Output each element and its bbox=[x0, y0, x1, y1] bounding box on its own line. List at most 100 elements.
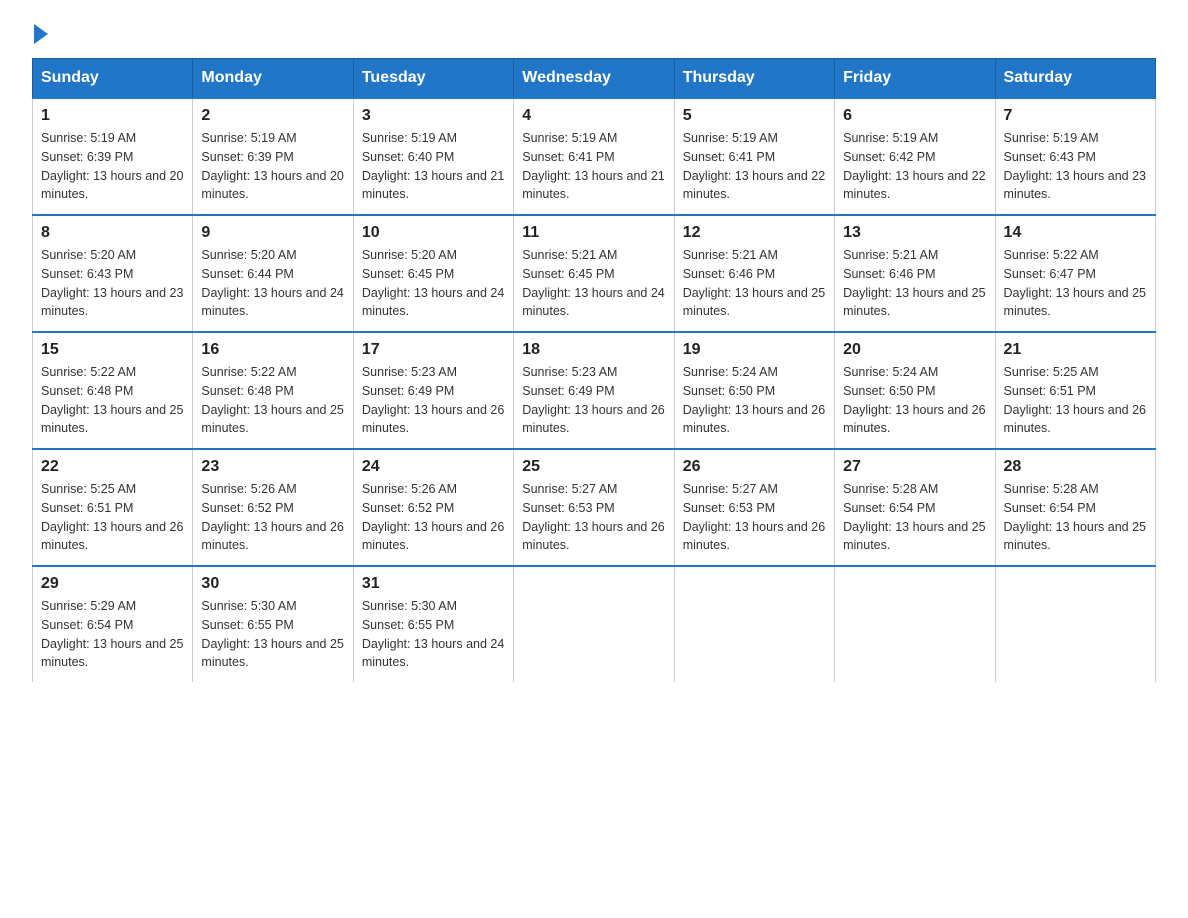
day-number: 6 bbox=[843, 107, 986, 125]
calendar-cell: 12 Sunrise: 5:21 AMSunset: 6:46 PMDayligh… bbox=[674, 215, 834, 332]
calendar-cell: 17Sunrise: 5:23 AMSunset: 6:49 PMDayligh… bbox=[353, 332, 513, 449]
day-number: 3 bbox=[362, 107, 505, 125]
calendar-table: SundayMondayTuesdayWednesdayThursdayFrid… bbox=[32, 58, 1156, 682]
day-number: 13 bbox=[843, 224, 986, 242]
header-wednesday: Wednesday bbox=[514, 59, 674, 99]
calendar-cell: 19 Sunrise: 5:24 AMSunset: 6:50 PMDayligh… bbox=[674, 332, 834, 449]
day-info: Sunrise: 5:20 AMSunset: 6:43 PMDaylight:… bbox=[41, 246, 184, 321]
day-info: Sunrise: 5:19 AMSunset: 6:41 PMDaylight:… bbox=[683, 129, 826, 204]
day-number: 5 bbox=[683, 107, 826, 125]
calendar-cell: 28 Sunrise: 5:28 AMSunset: 6:54 PMDayligh… bbox=[995, 449, 1155, 566]
day-info: Sunrise: 5:21 AMSunset: 6:46 PMDaylight:… bbox=[683, 246, 826, 321]
calendar-cell: 16 Sunrise: 5:22 AMSunset: 6:48 PMDayligh… bbox=[193, 332, 353, 449]
day-number: 4 bbox=[522, 107, 665, 125]
header-friday: Friday bbox=[835, 59, 995, 99]
calendar-cell: 6 Sunrise: 5:19 AMSunset: 6:42 PMDaylight… bbox=[835, 98, 995, 215]
header-sunday: Sunday bbox=[33, 59, 193, 99]
calendar-cell: 8 Sunrise: 5:20 AMSunset: 6:43 PMDaylight… bbox=[33, 215, 193, 332]
calendar-cell: 29 Sunrise: 5:29 AMSunset: 6:54 PMDayligh… bbox=[33, 566, 193, 682]
calendar-cell: 26 Sunrise: 5:27 AMSunset: 6:53 PMDayligh… bbox=[674, 449, 834, 566]
day-number: 1 bbox=[41, 107, 184, 125]
calendar-cell: 14 Sunrise: 5:22 AMSunset: 6:47 PMDayligh… bbox=[995, 215, 1155, 332]
day-info: Sunrise: 5:24 AMSunset: 6:50 PMDaylight:… bbox=[843, 363, 986, 438]
day-number: 29 bbox=[41, 575, 184, 593]
day-info: Sunrise: 5:20 AMSunset: 6:45 PMDaylight:… bbox=[362, 246, 505, 321]
calendar-cell: 25 Sunrise: 5:27 AMSunset: 6:53 PMDayligh… bbox=[514, 449, 674, 566]
calendar-cell: 21 Sunrise: 5:25 AMSunset: 6:51 PMDayligh… bbox=[995, 332, 1155, 449]
calendar-cell: 11 Sunrise: 5:21 AMSunset: 6:45 PMDayligh… bbox=[514, 215, 674, 332]
day-number: 23 bbox=[201, 458, 344, 476]
day-info: Sunrise: 5:30 AMSunset: 6:55 PMDaylight:… bbox=[201, 597, 344, 672]
day-info: Sunrise: 5:30 AMSunset: 6:55 PMDaylight:… bbox=[362, 597, 505, 672]
day-info: Sunrise: 5:29 AMSunset: 6:54 PMDaylight:… bbox=[41, 597, 184, 672]
day-number: 25 bbox=[522, 458, 665, 476]
header-tuesday: Tuesday bbox=[353, 59, 513, 99]
calendar-cell: 24 Sunrise: 5:26 AMSunset: 6:52 PMDayligh… bbox=[353, 449, 513, 566]
day-info: Sunrise: 5:26 AMSunset: 6:52 PMDaylight:… bbox=[362, 480, 505, 555]
calendar-cell: 2 Sunrise: 5:19 AMSunset: 6:39 PMDaylight… bbox=[193, 98, 353, 215]
day-number: 9 bbox=[201, 224, 344, 242]
day-number: 7 bbox=[1004, 107, 1147, 125]
day-number: 14 bbox=[1004, 224, 1147, 242]
day-info: Sunrise: 5:19 AMSunset: 6:39 PMDaylight:… bbox=[201, 129, 344, 204]
day-info: Sunrise: 5:21 AMSunset: 6:46 PMDaylight:… bbox=[843, 246, 986, 321]
day-number: 20 bbox=[843, 341, 986, 359]
day-info: Sunrise: 5:19 AMSunset: 6:39 PMDaylight:… bbox=[41, 129, 184, 204]
day-number: 11 bbox=[522, 224, 665, 242]
day-number: 31 bbox=[362, 575, 505, 593]
day-number: 27 bbox=[843, 458, 986, 476]
calendar-header-row: SundayMondayTuesdayWednesdayThursdayFrid… bbox=[33, 59, 1156, 99]
calendar-cell: 4 Sunrise: 5:19 AMSunset: 6:41 PMDaylight… bbox=[514, 98, 674, 215]
day-number: 12 bbox=[683, 224, 826, 242]
day-number: 17 bbox=[362, 341, 505, 359]
calendar-cell: 22Sunrise: 5:25 AMSunset: 6:51 PMDayligh… bbox=[33, 449, 193, 566]
calendar-cell: 20 Sunrise: 5:24 AMSunset: 6:50 PMDayligh… bbox=[835, 332, 995, 449]
day-info: Sunrise: 5:19 AMSunset: 6:42 PMDaylight:… bbox=[843, 129, 986, 204]
day-info: Sunrise: 5:21 AMSunset: 6:45 PMDaylight:… bbox=[522, 246, 665, 321]
header-monday: Monday bbox=[193, 59, 353, 99]
day-info: Sunrise: 5:22 AMSunset: 6:47 PMDaylight:… bbox=[1004, 246, 1147, 321]
calendar-cell: 3Sunrise: 5:19 AMSunset: 6:40 PMDaylight… bbox=[353, 98, 513, 215]
day-info: Sunrise: 5:22 AMSunset: 6:48 PMDaylight:… bbox=[41, 363, 184, 438]
calendar-cell bbox=[514, 566, 674, 682]
day-number: 8 bbox=[41, 224, 184, 242]
calendar-cell: 7 Sunrise: 5:19 AMSunset: 6:43 PMDaylight… bbox=[995, 98, 1155, 215]
day-info: Sunrise: 5:28 AMSunset: 6:54 PMDaylight:… bbox=[843, 480, 986, 555]
day-info: Sunrise: 5:24 AMSunset: 6:50 PMDaylight:… bbox=[683, 363, 826, 438]
calendar-cell: 18Sunrise: 5:23 AMSunset: 6:49 PMDayligh… bbox=[514, 332, 674, 449]
calendar-cell: 15Sunrise: 5:22 AMSunset: 6:48 PMDayligh… bbox=[33, 332, 193, 449]
calendar-week-row: 8 Sunrise: 5:20 AMSunset: 6:43 PMDaylight… bbox=[33, 215, 1156, 332]
calendar-week-row: 22Sunrise: 5:25 AMSunset: 6:51 PMDayligh… bbox=[33, 449, 1156, 566]
calendar-cell bbox=[835, 566, 995, 682]
calendar-week-row: 15Sunrise: 5:22 AMSunset: 6:48 PMDayligh… bbox=[33, 332, 1156, 449]
logo-arrow-icon bbox=[34, 24, 48, 44]
day-info: Sunrise: 5:19 AMSunset: 6:41 PMDaylight:… bbox=[522, 129, 665, 204]
day-number: 30 bbox=[201, 575, 344, 593]
day-info: Sunrise: 5:22 AMSunset: 6:48 PMDaylight:… bbox=[201, 363, 344, 438]
calendar-cell: 31 Sunrise: 5:30 AMSunset: 6:55 PMDayligh… bbox=[353, 566, 513, 682]
day-info: Sunrise: 5:19 AMSunset: 6:43 PMDaylight:… bbox=[1004, 129, 1147, 204]
day-info: Sunrise: 5:20 AMSunset: 6:44 PMDaylight:… bbox=[201, 246, 344, 321]
day-number: 21 bbox=[1004, 341, 1147, 359]
calendar-cell: 1 Sunrise: 5:19 AMSunset: 6:39 PMDaylight… bbox=[33, 98, 193, 215]
day-number: 18 bbox=[522, 341, 665, 359]
calendar-cell: 9 Sunrise: 5:20 AMSunset: 6:44 PMDaylight… bbox=[193, 215, 353, 332]
day-number: 16 bbox=[201, 341, 344, 359]
header-saturday: Saturday bbox=[995, 59, 1155, 99]
day-number: 19 bbox=[683, 341, 826, 359]
calendar-cell: 13 Sunrise: 5:21 AMSunset: 6:46 PMDayligh… bbox=[835, 215, 995, 332]
day-number: 2 bbox=[201, 107, 344, 125]
day-number: 28 bbox=[1004, 458, 1147, 476]
calendar-cell bbox=[674, 566, 834, 682]
calendar-cell: 30 Sunrise: 5:30 AMSunset: 6:55 PMDayligh… bbox=[193, 566, 353, 682]
day-number: 24 bbox=[362, 458, 505, 476]
day-info: Sunrise: 5:25 AMSunset: 6:51 PMDaylight:… bbox=[1004, 363, 1147, 438]
calendar-cell: 10 Sunrise: 5:20 AMSunset: 6:45 PMDayligh… bbox=[353, 215, 513, 332]
calendar-cell: 27 Sunrise: 5:28 AMSunset: 6:54 PMDayligh… bbox=[835, 449, 995, 566]
day-number: 26 bbox=[683, 458, 826, 476]
day-number: 10 bbox=[362, 224, 505, 242]
calendar-cell: 5 Sunrise: 5:19 AMSunset: 6:41 PMDaylight… bbox=[674, 98, 834, 215]
day-info: Sunrise: 5:27 AMSunset: 6:53 PMDaylight:… bbox=[683, 480, 826, 555]
day-info: Sunrise: 5:27 AMSunset: 6:53 PMDaylight:… bbox=[522, 480, 665, 555]
day-info: Sunrise: 5:28 AMSunset: 6:54 PMDaylight:… bbox=[1004, 480, 1147, 555]
